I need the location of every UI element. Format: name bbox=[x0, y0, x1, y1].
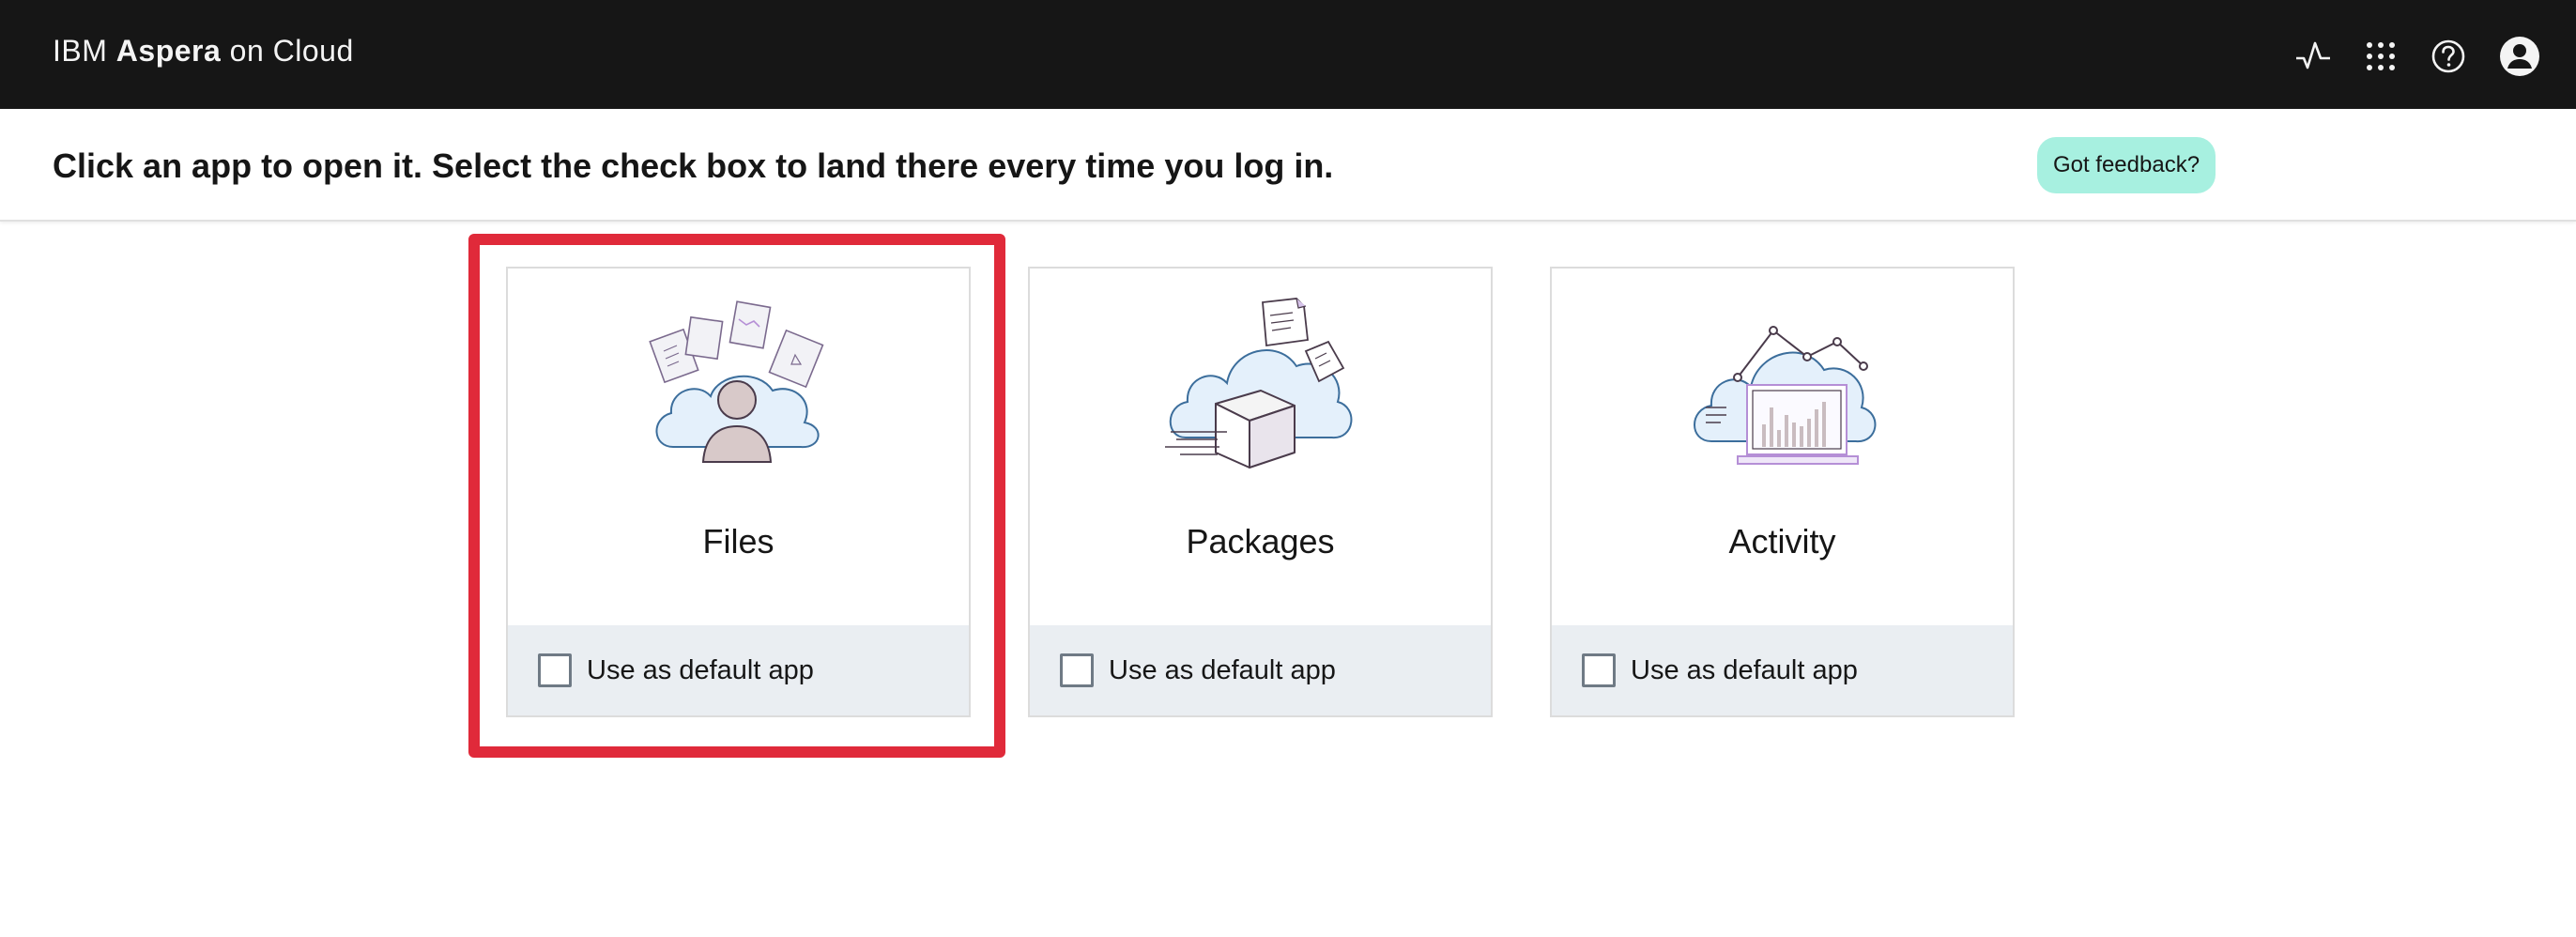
top-navigation-bar: IBM Aspera on Cloud bbox=[0, 0, 2576, 109]
app-card-packages[interactable]: Packages Use as default app bbox=[1028, 267, 1493, 717]
default-app-label[interactable]: Use as default app bbox=[1109, 655, 1336, 686]
user-avatar-icon[interactable] bbox=[2497, 34, 2542, 79]
instruction-bar: Click an app to open it. Select the chec… bbox=[0, 109, 2576, 222]
default-app-footer: Use as default app bbox=[508, 625, 969, 715]
default-app-footer: Use as default app bbox=[1030, 625, 1491, 715]
app-brand[interactable]: IBM Aspera on Cloud bbox=[53, 34, 354, 69]
default-app-checkbox[interactable] bbox=[1060, 653, 1094, 687]
activity-pulse-icon[interactable] bbox=[2291, 34, 2336, 79]
brand-name: Aspera bbox=[115, 34, 222, 68]
activity-illustration bbox=[1552, 287, 2013, 475]
brand-prefix: IBM bbox=[53, 34, 108, 68]
default-app-footer: Use as default app bbox=[1552, 625, 2013, 715]
default-app-label[interactable]: Use as default app bbox=[1631, 655, 1858, 686]
app-card-title: Packages bbox=[1186, 522, 1335, 561]
files-illustration bbox=[508, 287, 969, 475]
brand-suffix: on Cloud bbox=[229, 34, 354, 68]
default-app-checkbox[interactable] bbox=[1582, 653, 1616, 687]
app-card-title: Files bbox=[702, 522, 774, 561]
page-instruction: Click an app to open it. Select the chec… bbox=[53, 146, 1334, 185]
app-card-activity[interactable]: Activity Use as default app bbox=[1550, 267, 2015, 717]
app-card-files[interactable]: Files Use as default app bbox=[506, 267, 971, 717]
packages-illustration bbox=[1030, 287, 1491, 475]
app-card-title: Activity bbox=[1728, 522, 1836, 561]
default-app-label[interactable]: Use as default app bbox=[587, 655, 814, 686]
feedback-button[interactable]: Got feedback? bbox=[2037, 137, 2216, 193]
default-app-checkbox[interactable] bbox=[538, 653, 572, 687]
help-icon[interactable] bbox=[2426, 34, 2471, 79]
app-switcher-icon[interactable] bbox=[2358, 34, 2403, 79]
